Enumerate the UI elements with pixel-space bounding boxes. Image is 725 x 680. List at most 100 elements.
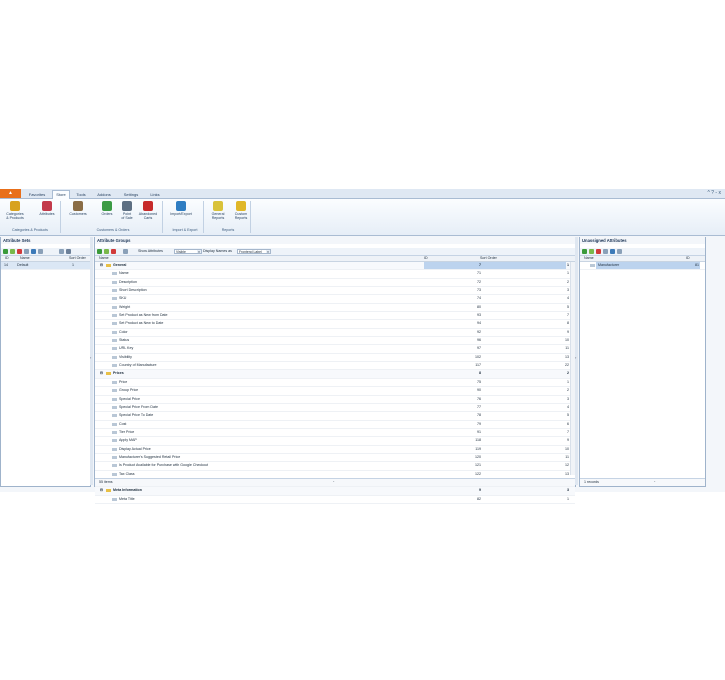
attribute-row[interactable]: Set Product as New to Date 94 8 [95, 320, 575, 329]
attribute-row[interactable]: Visibility 102 13 [95, 354, 575, 363]
attribute-row[interactable]: Set Product as New from Date 93 7 [95, 312, 575, 321]
save-icon[interactable] [31, 249, 36, 254]
tab-favorites[interactable]: Favorites [28, 191, 46, 198]
tab-addons[interactable]: Addons [95, 191, 113, 198]
attribute-row[interactable]: Special Price From Date 77 4 [95, 404, 575, 413]
import-export-button[interactable]: Import/Export [169, 201, 193, 216]
attribute-row[interactable]: Status 96 10 [95, 337, 575, 346]
attribute-icon [112, 414, 117, 418]
menu-tab-bar: ▲ Favorites Store Tools Addons Settings Links… [0, 189, 725, 199]
cell-sort: 5 [567, 413, 569, 418]
columns-icon[interactable] [38, 249, 43, 254]
attribute-row[interactable]: Is Product Available for Purchase with G… [95, 462, 575, 471]
column-sort-order[interactable]: Sort Order [69, 256, 86, 260]
chevron-down-icon[interactable]: ˇ [654, 479, 655, 486]
expand-collapse-icon[interactable]: ⊟ [100, 487, 103, 494]
attribute-row[interactable]: Manufacturer's Suggested Retail Price 120… [95, 454, 575, 463]
abandoned-carts-button[interactable]: Abandoned Carts [136, 201, 160, 220]
group-row[interactable]: ⊟ Prices 8 2 [95, 370, 575, 379]
ribbon-button-label: Import/Export [170, 212, 192, 216]
attribute-row[interactable]: Special Price 76 3 [95, 396, 575, 404]
attribute-row[interactable]: Special Price To Date 78 5 [95, 412, 575, 421]
attribute-row[interactable]: Apply MAP 118 9 [95, 437, 575, 446]
table-row[interactable]: 14 Default 1 [1, 262, 90, 271]
attribute-row[interactable]: Meta Title 82 1 [95, 496, 575, 504]
attribute-row[interactable]: SKU 74 4 [95, 295, 575, 304]
general-reports-button[interactable]: General Reports [206, 201, 230, 220]
add-icon[interactable] [3, 249, 8, 254]
attribute-row[interactable]: Display Actual Price 119 10 [95, 446, 575, 454]
grid-icon[interactable] [59, 249, 64, 254]
group-row[interactable]: ⊟ General 7 1 [95, 262, 575, 271]
attribute-row[interactable]: Short Description 73 3 [95, 287, 575, 296]
folder-icon [106, 264, 111, 267]
edit-icon[interactable] [589, 249, 594, 254]
column-name[interactable]: Name [20, 256, 30, 260]
column-id[interactable]: ID [424, 256, 428, 260]
delete-icon[interactable] [596, 249, 601, 254]
attribute-row[interactable]: Color 92 9 [95, 329, 575, 338]
group-row[interactable]: ⊟ Meta Information 9 3 [95, 487, 575, 496]
right-splitter[interactable]: › [575, 237, 578, 485]
customers-button[interactable]: Customers [66, 201, 90, 216]
delete-icon[interactable] [17, 249, 22, 254]
table-row[interactable]: Manufacturer 81 [580, 262, 705, 271]
attribute-row[interactable]: Group Price 90 2 [95, 387, 575, 396]
column-name[interactable]: Name [99, 256, 109, 260]
ribbon-toolbar: Categories & Products Attributes Customers… [0, 199, 725, 236]
tab-tools[interactable]: Tools [74, 191, 88, 198]
save-icon[interactable] [610, 249, 615, 254]
attribute-row[interactable]: URL Key 97 11 [95, 345, 575, 354]
window-controls[interactable]: ^ ? - x [708, 190, 721, 196]
cell-sort: 3 [567, 488, 569, 493]
attribute-sets-panel: Attribute Sets ID Name Sort Order 14 Defa… [0, 237, 91, 487]
cell-id: 121 [475, 463, 481, 468]
edit-icon[interactable] [104, 249, 109, 254]
attribute-groups-title: Attribute Groups [95, 237, 575, 244]
cell-id: 14 [4, 263, 8, 267]
tab-links[interactable]: Links [148, 191, 162, 198]
show-attributes-select[interactable]: Visible ▾ [174, 249, 202, 254]
add-icon[interactable] [582, 249, 587, 254]
attribute-row[interactable]: Description 72 2 [95, 279, 575, 288]
add-icon[interactable] [97, 249, 102, 254]
expand-collapse-icon[interactable]: ⊟ [100, 370, 103, 377]
attribute-row[interactable]: Cost 79 6 [95, 421, 575, 429]
left-splitter[interactable]: ‹ [90, 237, 93, 485]
cell-sort: 4 [567, 296, 569, 301]
cell-name: URL Key [119, 346, 134, 351]
cell-id: 74 [477, 296, 481, 301]
attributes-button[interactable]: Attributes [35, 201, 59, 216]
copy-icon[interactable] [24, 249, 29, 254]
cell-id: 96 [477, 338, 481, 343]
expand-collapse-icon[interactable]: ⊟ [100, 262, 103, 269]
cell-id: 81 [695, 263, 699, 267]
cell-name: Status [119, 338, 130, 343]
tab-store[interactable]: Store [52, 190, 70, 199]
column-id[interactable]: ID [5, 256, 9, 260]
attribute-row[interactable]: Name 71 1 [95, 270, 575, 279]
tab-settings[interactable]: Settings [121, 191, 141, 198]
categories-products-icon [10, 201, 20, 211]
cell-name: Short Description [119, 288, 147, 293]
display-names-select[interactable]: Frontend Label ▾ [237, 249, 271, 254]
column-sort-order[interactable]: Sort Order [480, 256, 497, 260]
copy-icon[interactable] [603, 249, 608, 254]
attribute-row[interactable]: Weight 80 5 [95, 304, 575, 313]
grid-icon[interactable] [617, 249, 622, 254]
attribute-icon [112, 397, 117, 401]
attribute-row[interactable]: Price 75 1 [95, 379, 575, 388]
column-name[interactable]: Name [584, 256, 594, 260]
edit-icon[interactable] [10, 249, 15, 254]
ribbon-group-label: Customers & Orders [96, 228, 130, 232]
column-id[interactable]: ID [686, 256, 690, 260]
grid-view-icon[interactable] [66, 249, 71, 254]
cell-name: Special Price [119, 396, 140, 401]
attribute-row[interactable]: Country of Manufacture 117 22 [95, 362, 575, 371]
delete-icon[interactable] [111, 249, 116, 254]
categories-products-button[interactable]: Categories & Products [3, 201, 27, 220]
home-menu-button[interactable]: ▲ [0, 189, 21, 198]
filter-icon[interactable] [123, 249, 128, 254]
attribute-row[interactable]: Tier Price 91 7 [95, 429, 575, 438]
chevron-down-icon[interactable]: ˇ [333, 479, 334, 486]
